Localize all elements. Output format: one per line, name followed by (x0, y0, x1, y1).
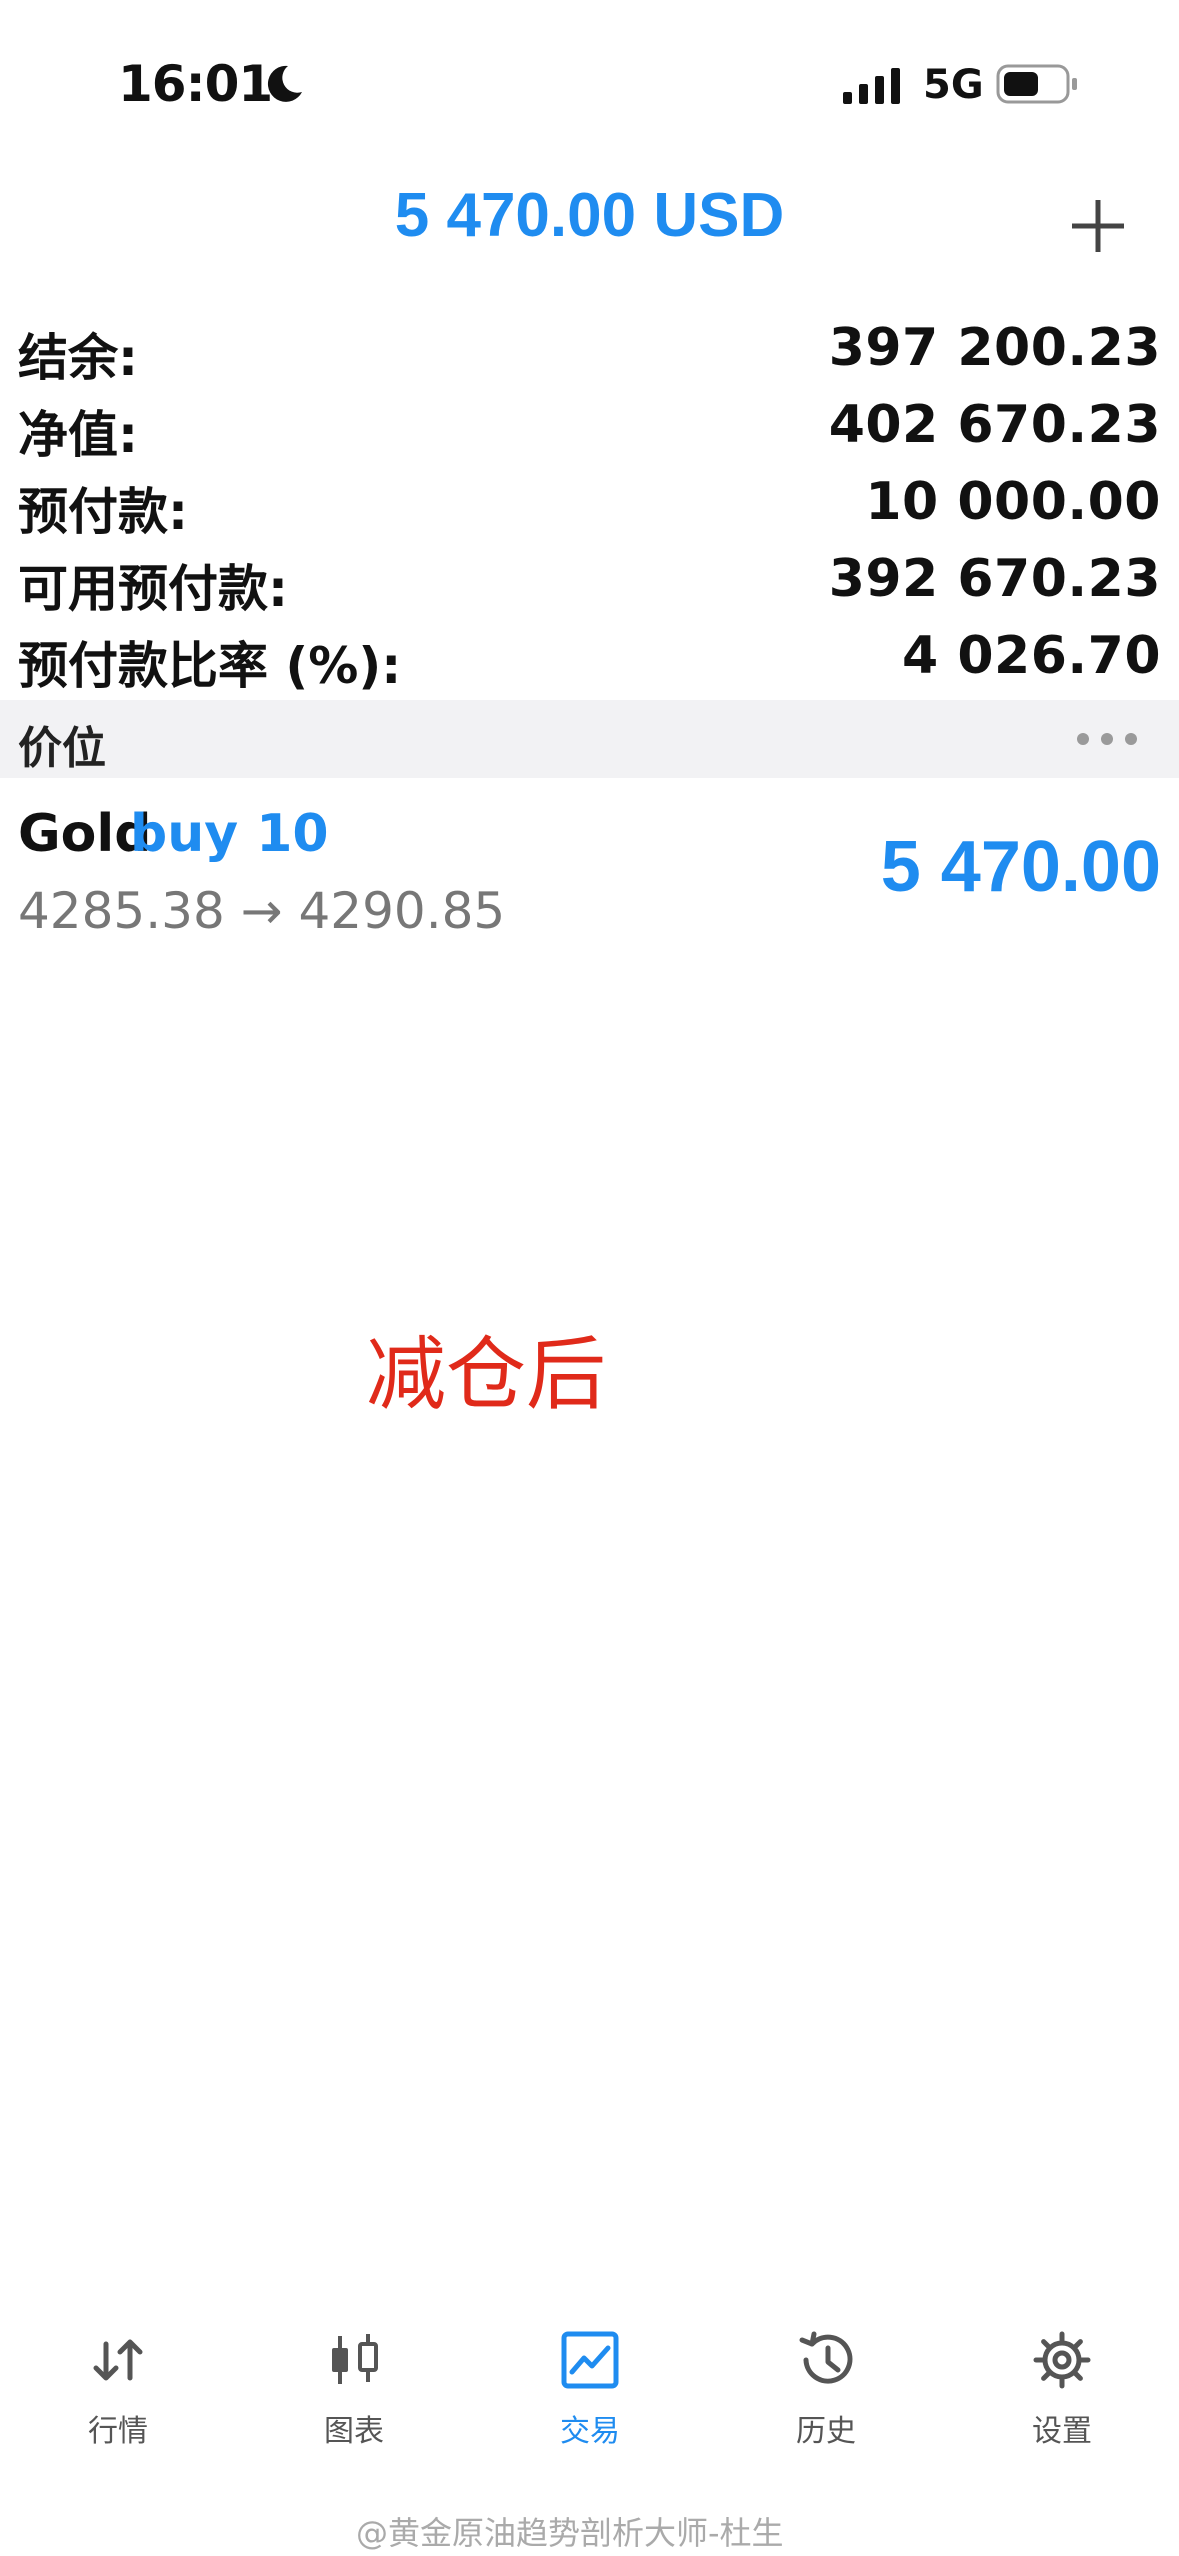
tab-trade[interactable]: 交易 (472, 2300, 708, 2460)
add-icon[interactable] (1068, 196, 1128, 256)
summary-value: 397 200.23 (828, 318, 1161, 378)
summary-label: 预付款比率 (%): (18, 637, 402, 695)
position-prices: 4285.38 → 4290.85 (18, 882, 506, 940)
network-label: 5G (923, 62, 984, 108)
settings-gear-icon (1033, 2331, 1091, 2389)
signal-icon (843, 68, 900, 104)
positions-section-header: 价位 (0, 700, 1179, 778)
summary-value: 4 026.70 (902, 626, 1161, 686)
battery-icon (996, 64, 1077, 104)
trade-chart-icon (561, 2331, 619, 2389)
summary-label: 预付款: (18, 483, 188, 541)
status-bar: 16:01 5G (0, 0, 1179, 160)
summary-label: 可用预付款: (18, 560, 288, 618)
summary-label: 结余: (18, 329, 138, 387)
tab-chart[interactable]: 图表 (236, 2300, 472, 2460)
position-side: buy 10 (130, 804, 329, 864)
summary-row-margin-level: 预付款比率 (%): 4 026.70 (0, 618, 1179, 695)
tab-label: 图表 (324, 2414, 384, 2449)
summary-label: 净值: (18, 406, 138, 464)
tab-label: 设置 (1032, 2414, 1092, 2449)
watermark-text: @黄金原油趋势剖析大师-杜生 (356, 2514, 784, 2552)
account-summary: 结余: 397 200.23 净值: 402 670.23 预付款: 10 00… (0, 310, 1179, 695)
summary-row-balance: 结余: 397 200.23 (0, 310, 1179, 387)
tab-quotes[interactable]: 行情 (0, 2300, 236, 2460)
moon-icon (267, 65, 302, 102)
summary-value: 392 670.23 (828, 549, 1161, 609)
tab-label: 行情 (88, 2414, 148, 2449)
tab-history[interactable]: 历史 (708, 2300, 944, 2460)
summary-row-free-margin: 可用预付款: 392 670.23 (0, 541, 1179, 618)
quotes-arrows-icon (93, 2339, 143, 2381)
section-title: 价位 (18, 723, 106, 774)
history-clock-icon (799, 2331, 853, 2384)
annotation-text: 减仓后 (366, 1328, 606, 1421)
position-profit: 5 470.00 (880, 827, 1161, 907)
account-profit-title: 5 470.00 USD (394, 181, 785, 250)
summary-value: 402 670.23 (828, 395, 1161, 455)
bottom-tab-bar: 行情 图表 交易 历史 设置 (0, 2300, 1179, 2460)
summary-value: 10 000.00 (865, 472, 1161, 532)
position-row[interactable]: Gold buy 10 4285.38 → 4290.85 5 470.00 (0, 790, 1179, 960)
summary-row-margin: 预付款: 10 000.00 (0, 464, 1179, 541)
more-icon[interactable] (1075, 730, 1139, 748)
trade-screen: 16:01 5G 5 470.00 USD 结余: 397 200.23 净值: (0, 0, 1179, 2556)
candlestick-chart-icon (332, 2334, 378, 2384)
tab-settings[interactable]: 设置 (944, 2300, 1179, 2460)
tab-label: 历史 (796, 2414, 856, 2449)
summary-row-equity: 净值: 402 670.23 (0, 387, 1179, 464)
status-time: 16:01 (118, 55, 273, 113)
tab-label: 交易 (560, 2414, 620, 2449)
